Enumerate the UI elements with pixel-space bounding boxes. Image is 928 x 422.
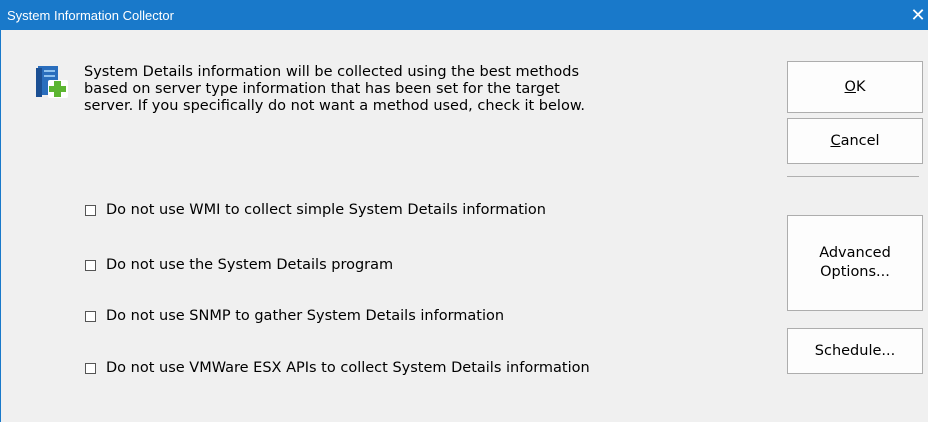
description-line-1: System Details information will be colle… bbox=[84, 64, 580, 80]
description-line-3: server. If you specifically do not want … bbox=[84, 98, 585, 114]
advanced-label-line-2: Options... bbox=[820, 264, 890, 280]
option-label: Do not use the System Details program bbox=[106, 257, 394, 273]
option-no-vmware-esx[interactable]: Do not use VMWare ESX APIs to collect Sy… bbox=[85, 360, 590, 376]
window-title: System Information Collector bbox=[7, 8, 174, 23]
option-label: Do not use WMI to collect simple System … bbox=[106, 202, 546, 218]
option-label: Do not use VMWare ESX APIs to collect Sy… bbox=[106, 360, 590, 376]
description-line-2: based on server type information that ha… bbox=[84, 81, 560, 97]
advanced-options-button[interactable]: Advanced Options... bbox=[787, 215, 923, 311]
schedule-label: Schedule... bbox=[814, 342, 896, 359]
option-no-system-details-program[interactable]: Do not use the System Details program bbox=[85, 257, 393, 273]
title-bar[interactable]: System Information Collector ✕ bbox=[1, 0, 928, 30]
dialog-window: System Information Collector ✕ System De… bbox=[0, 0, 928, 422]
button-separator bbox=[787, 176, 919, 177]
cancel-button[interactable]: Cancel bbox=[787, 118, 923, 164]
cancel-label: ancel bbox=[840, 132, 880, 149]
cancel-mnemonic: C bbox=[830, 132, 841, 149]
ok-mnemonic: O bbox=[844, 78, 856, 95]
checkbox[interactable] bbox=[85, 362, 96, 374]
checkbox[interactable] bbox=[85, 310, 96, 322]
close-icon: ✕ bbox=[910, 4, 926, 26]
option-no-wmi[interactable]: Do not use WMI to collect simple System … bbox=[85, 202, 546, 218]
advanced-label-line-1: Advanced bbox=[819, 245, 891, 261]
option-no-snmp[interactable]: Do not use SNMP to gather System Details… bbox=[85, 308, 504, 324]
instructions-text: System Details information will be colle… bbox=[84, 64, 714, 115]
option-label: Do not use SNMP to gather System Details… bbox=[106, 308, 505, 324]
server-details-add-icon bbox=[36, 66, 68, 98]
schedule-button[interactable]: Schedule... bbox=[787, 328, 923, 374]
ok-label: K bbox=[855, 78, 866, 95]
checkbox[interactable] bbox=[85, 259, 96, 271]
checkbox[interactable] bbox=[85, 204, 96, 216]
close-button[interactable]: ✕ bbox=[908, 0, 928, 30]
dialog-body: System Details information will be colle… bbox=[1, 30, 928, 422]
ok-button[interactable]: OK bbox=[787, 61, 923, 113]
